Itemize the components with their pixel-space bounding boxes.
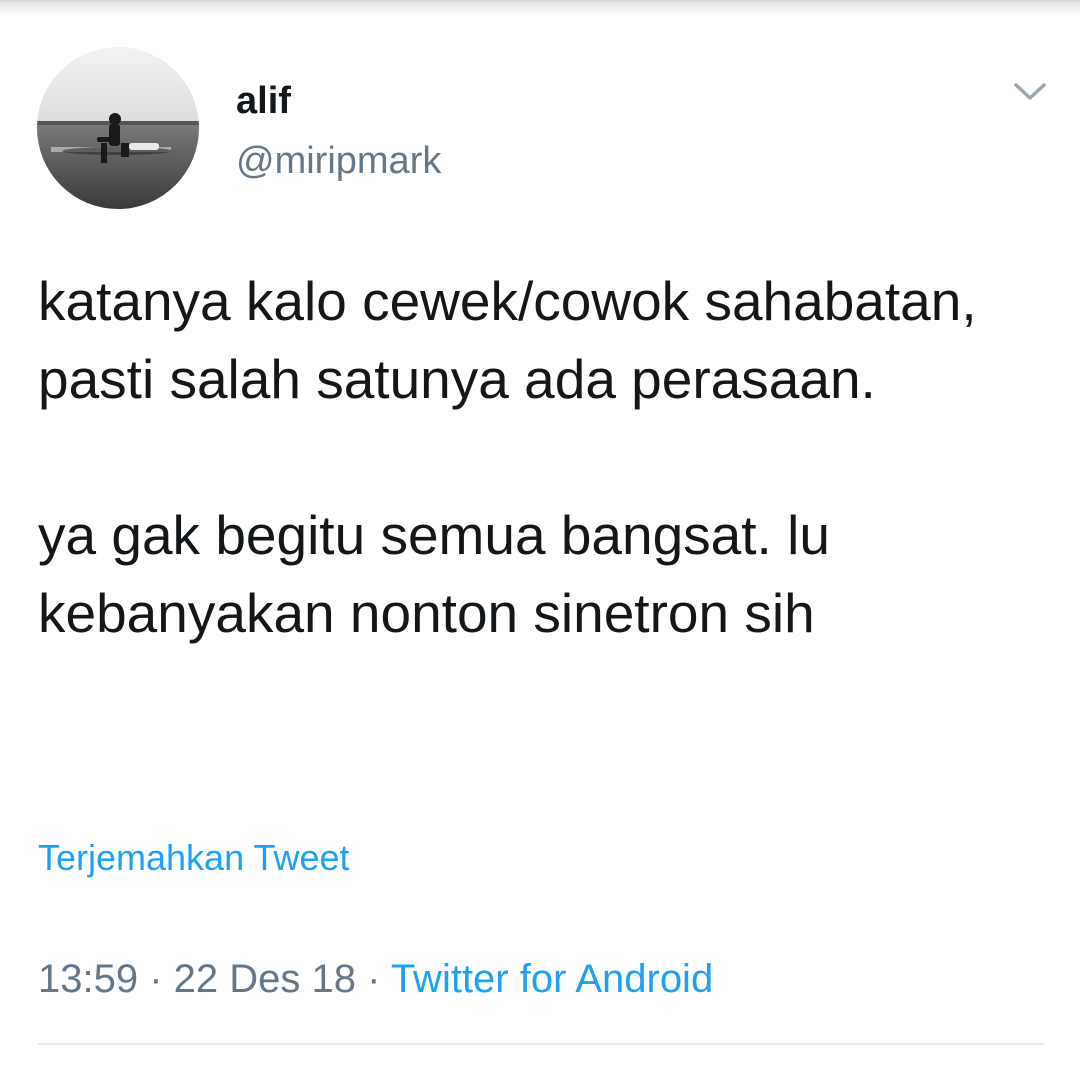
bottom-divider: [38, 1043, 1044, 1045]
top-divider: [0, 0, 1080, 14]
meta-separator: ·: [138, 957, 174, 1001]
author-handle[interactable]: @miripmark: [236, 138, 441, 184]
tweet-text: katanya kalo cewek/cowok sahabatan, past…: [38, 262, 1038, 652]
tweet-date: 22 Des 18: [173, 957, 356, 1001]
tweet-time: 13:59: [38, 957, 139, 1001]
author-display-name[interactable]: alif: [236, 78, 291, 124]
meta-separator: ·: [356, 957, 391, 1001]
tweet-source-link[interactable]: Twitter for Android: [391, 957, 713, 1001]
translate-tweet-link[interactable]: Terjemahkan Tweet: [38, 836, 350, 880]
chevron-down-icon[interactable]: [1008, 76, 1052, 106]
tweet-metadata: 13:59 · 22 Des 18 · Twitter for Android: [38, 955, 713, 1003]
avatar[interactable]: [37, 47, 199, 209]
tweet-paragraph: ya gak begitu semua bangsat. lu kebanyak…: [38, 504, 830, 644]
tweet-paragraph: katanya kalo cewek/cowok sahabatan, past…: [38, 270, 977, 410]
tweet-detail-screen: alif @miripmark katanya kalo cewek/cowok…: [0, 0, 1080, 1080]
